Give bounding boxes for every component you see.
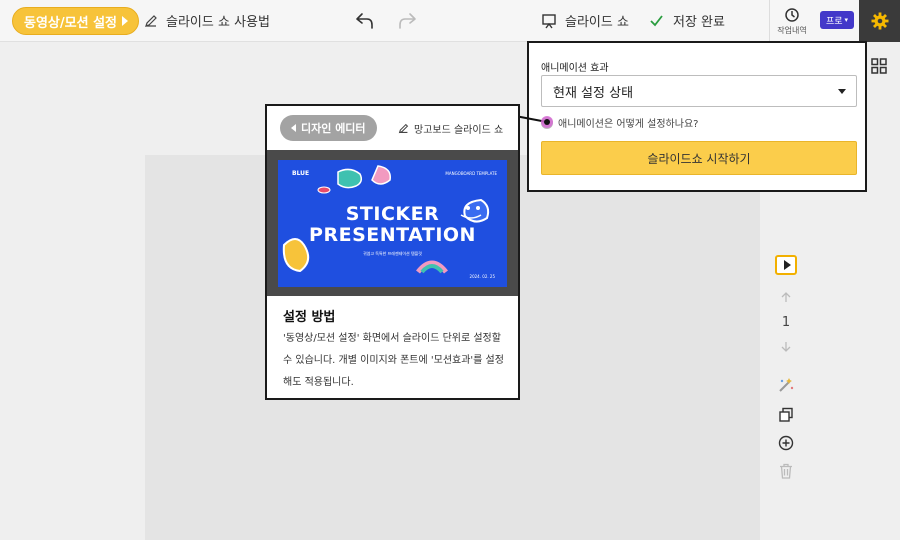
trash-icon — [780, 463, 792, 479]
chevron-down-icon: ▾ — [844, 16, 849, 24]
redo-icon[interactable] — [397, 10, 419, 32]
magic-wand-button[interactable] — [773, 373, 799, 397]
card-image-area: BLUE MANGOBOARD TEMPLATE STICKER PRESENT… — [267, 150, 518, 296]
animation-help-text: 애니메이션은 어떻게 설정하나요? — [558, 119, 699, 130]
animation-effect-value: 현재 설정 상태 — [553, 85, 634, 101]
move-down-button[interactable] — [773, 335, 799, 359]
play-triangle-icon — [122, 16, 128, 26]
plus-circle-icon — [778, 435, 794, 451]
pencil-icon — [398, 123, 409, 134]
thumbnail-title-line2: PRESENTATION — [309, 224, 476, 246]
page-number: 1 — [781, 315, 791, 330]
delete-slide-button[interactable] — [773, 459, 799, 483]
grid-view-icon[interactable] — [871, 58, 887, 74]
question-icon: ? — [541, 116, 553, 129]
animation-settings-popup: 애니메이션 효과 현재 설정 상태 ? 애니메이션은 어떻게 설정하나요? 슬라… — [527, 41, 867, 192]
add-slide-button[interactable] — [773, 431, 799, 455]
undo-icon[interactable] — [353, 10, 375, 32]
history-label: 작업내역 — [777, 25, 807, 35]
mango-link-label: 망고보드 슬라이드 쇼 — [414, 125, 504, 136]
card-header: 디자인 에디터 망고보드 슬라이드 쇼 — [267, 106, 518, 150]
card-title: 설정 방법 — [283, 310, 336, 325]
card-body-text: '동영상/모션 설정' 화면에서 슬라이드 단위로 설정할 수 있습니다. 개별… — [283, 333, 504, 388]
pencil-icon — [145, 14, 157, 27]
presentation-icon — [542, 13, 556, 28]
howto-label: 슬라이드 쇼 사용법 — [166, 15, 270, 30]
caret-down-icon — [838, 89, 846, 94]
magic-wand-icon — [779, 378, 794, 392]
history-button[interactable]: 작업내역 — [769, 0, 814, 42]
animation-effect-select[interactable]: 현재 설정 상태 — [541, 75, 857, 107]
slideshow-label: 슬라이드 쇼 — [565, 15, 629, 30]
triangle-left-icon — [291, 124, 296, 132]
video-motion-settings-button[interactable]: 동영상/모션 설정 — [12, 7, 139, 35]
history-clock-icon — [785, 7, 799, 22]
slideshow-button[interactable]: 슬라이드 쇼 — [541, 11, 629, 30]
design-editor-button[interactable]: 디자인 에디터 — [280, 115, 377, 141]
thumbnail-date: 2024. 02. 25 — [469, 274, 495, 279]
duplicate-button[interactable] — [773, 403, 799, 427]
animation-effect-label: 애니메이션 효과 — [541, 63, 609, 74]
play-icon — [775, 255, 797, 275]
check-icon — [650, 15, 663, 27]
pro-label: 프로 — [825, 16, 843, 27]
gear-icon — [871, 12, 888, 30]
save-status: 저장 완료 — [650, 11, 725, 30]
top-toolbar: 동영상/모션 설정 슬라이드 쇼 사용법 슬라이드 쇼 저장 완료 작업내역 프… — [0, 0, 900, 42]
design-editor-label: 디자인 에디터 — [301, 122, 366, 135]
thumbnail-logo: BLUE — [292, 170, 310, 177]
start-slideshow-label: 슬라이드쇼 시작하기 — [647, 151, 751, 166]
slideshow-howto-link[interactable]: 슬라이드 쇼 사용법 — [144, 11, 270, 30]
pro-badge[interactable]: 프로 ▾ — [820, 11, 854, 29]
animation-help-link[interactable]: ? 애니메이션은 어떻게 설정하나요? — [541, 115, 698, 130]
howto-tooltip-card: 디자인 에디터 망고보드 슬라이드 쇼 BLUE MANGOBOARD TEMP… — [265, 104, 520, 400]
template-thumbnail: BLUE MANGOBOARD TEMPLATE STICKER PRESENT… — [278, 160, 507, 287]
settings-button[interactable] — [859, 0, 900, 42]
thumbnail-title-line1: STICKER — [345, 203, 440, 225]
video-motion-label: 동영상/모션 설정 — [24, 15, 117, 31]
play-slide-button[interactable] — [773, 253, 799, 277]
saved-label: 저장 완료 — [673, 15, 725, 30]
arrow-down-icon — [781, 342, 791, 352]
thumbnail-subtitle: 귀엽고 독특한 프레젠테이션 템플릿 — [362, 251, 422, 256]
arrow-up-icon — [781, 292, 791, 302]
mango-slideshow-link[interactable]: 망고보드 슬라이드 쇼 — [398, 121, 503, 136]
thumbnail-tag: MANGOBOARD TEMPLATE — [445, 171, 497, 176]
move-up-button[interactable] — [773, 285, 799, 309]
start-slideshow-button[interactable]: 슬라이드쇼 시작하기 — [541, 141, 857, 175]
copy-icon — [779, 407, 793, 422]
